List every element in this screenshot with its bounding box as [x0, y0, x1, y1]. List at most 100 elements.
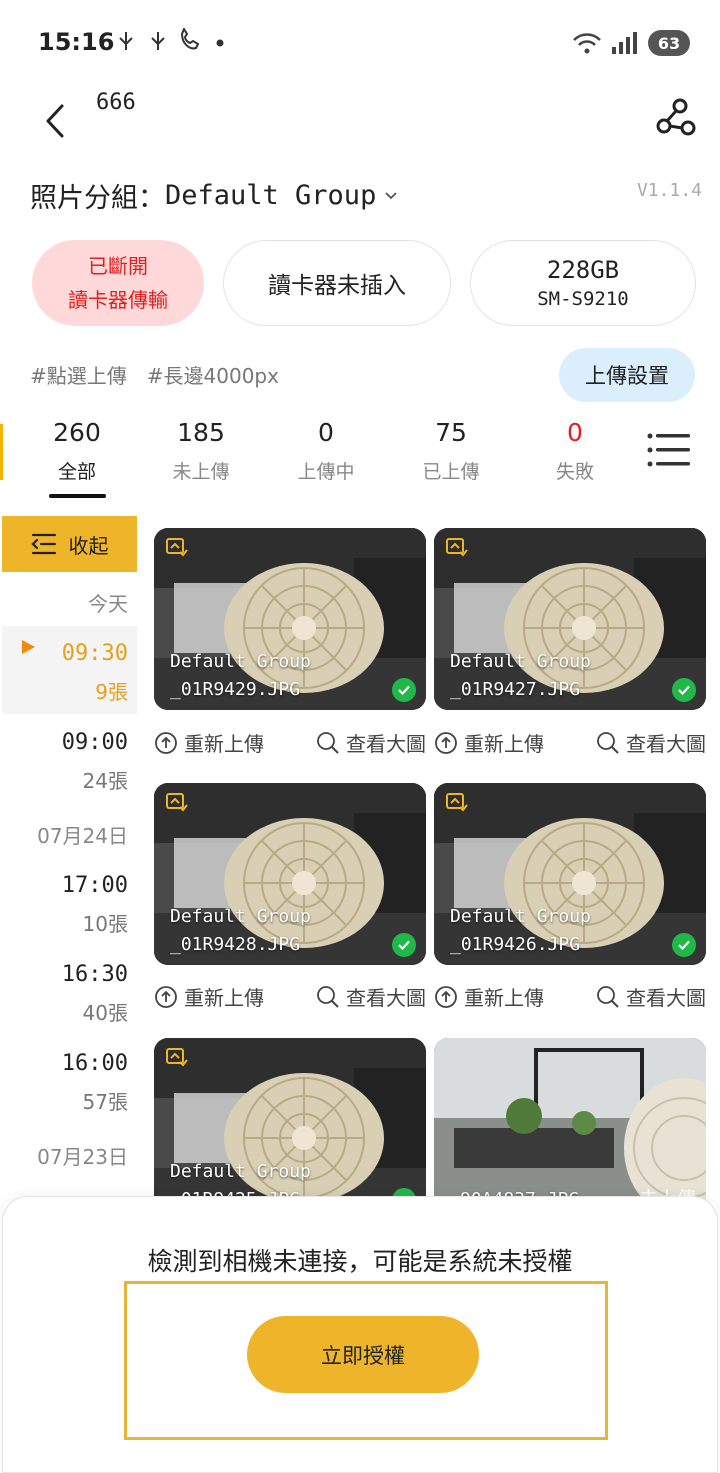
- reupload-label: 重新上傳: [464, 986, 544, 1010]
- list-icon: [647, 433, 690, 467]
- view-large-button[interactable]: 查看大圖: [316, 982, 426, 1011]
- photo-card[interactable]: Default Group _01R9429.JPG: [154, 528, 426, 710]
- group-label: 照片分組：: [30, 183, 165, 214]
- upload-settings-button[interactable]: 上傳設置: [559, 348, 695, 402]
- share-button[interactable]: [652, 96, 700, 144]
- sidebar-date: 07月24日: [37, 824, 128, 848]
- reupload-button[interactable]: 重新上傳: [434, 728, 544, 757]
- card-reader-status[interactable]: 讀卡器未插入: [223, 240, 451, 326]
- collapse-button[interactable]: 收起: [2, 516, 137, 572]
- photo-card[interactable]: Default Group _01R9425.JPG: [154, 1038, 426, 1220]
- stat-tab-failed[interactable]: 0 失敗: [520, 418, 630, 484]
- upload-circle-icon: [155, 985, 177, 1008]
- view-large-label: 查看大圖: [346, 986, 426, 1010]
- upload-circle-icon: [435, 731, 457, 754]
- sidebar-slot-time[interactable]: 09:00: [62, 730, 128, 755]
- stat-label: 已上傳: [422, 461, 480, 483]
- usb-call-icons: [119, 26, 224, 50]
- stat-value: 185: [177, 418, 225, 447]
- authorization-message: 檢測到相機未連接，可能是系統未授權: [147, 1247, 573, 1276]
- tag-click-upload: #點選上傳: [30, 364, 127, 388]
- wifi-signal-icon: [573, 32, 637, 54]
- list-menu-button[interactable]: [646, 432, 692, 468]
- disconnect-reader-transfer-button[interactable]: 已斷開 讀卡器傳輸: [32, 240, 204, 326]
- stat-label: 未上傳: [172, 461, 230, 483]
- uploaded-check-icon: [672, 933, 696, 957]
- raw-badge-icon: [446, 793, 468, 812]
- page-title: 666: [96, 90, 136, 115]
- stat-value: 0: [318, 418, 334, 447]
- view-large-button[interactable]: 查看大圖: [316, 728, 426, 757]
- search-icon: [317, 731, 339, 754]
- search-icon: [317, 985, 339, 1008]
- photo-group-name: Default Group: [170, 906, 311, 927]
- active-slot-marker-icon: [22, 640, 35, 654]
- photo-card[interactable]: 90A4837.JPG 未上傳: [434, 1038, 706, 1220]
- back-button[interactable]: [36, 96, 76, 146]
- stat-tab-not-uploaded[interactable]: 185 未上傳: [146, 418, 256, 484]
- reader-transfer-label: 讀卡器傳輸: [68, 288, 168, 312]
- photo-filename: _01R9427.JPG: [450, 679, 581, 700]
- sidebar-slot-time[interactable]: 17:00: [62, 873, 128, 898]
- upload-tags: #點選上傳 #長邊4000px: [30, 360, 279, 389]
- photo-card[interactable]: Default Group _01R9426.JPG: [434, 783, 706, 965]
- view-large-label: 查看大圖: [346, 732, 426, 756]
- uploaded-check-icon: [672, 678, 696, 702]
- device-storage-info[interactable]: 228GB SM-S9210: [470, 240, 696, 326]
- sidebar-slot-time[interactable]: 16:30: [62, 962, 128, 987]
- photo-card[interactable]: Default Group _01R9427.JPG: [434, 528, 706, 710]
- stat-value: 0: [567, 418, 583, 447]
- stat-value: 260: [53, 418, 101, 447]
- sidebar-slot-count[interactable]: 9張: [95, 676, 128, 705]
- status-right: 63: [572, 30, 690, 56]
- card-reader-label: 讀卡器未插入: [268, 273, 406, 299]
- raw-badge-icon: [166, 1048, 188, 1067]
- photo-group-name: Default Group: [450, 906, 591, 927]
- view-large-label: 查看大圖: [626, 732, 706, 756]
- view-large-button[interactable]: 查看大圖: [596, 982, 706, 1011]
- sidebar-slot-count[interactable]: 24張: [83, 765, 128, 794]
- disconnected-label: 已斷開: [88, 254, 148, 278]
- reupload-label: 重新上傳: [464, 732, 544, 756]
- sidebar-slot-time[interactable]: 16:00: [62, 1051, 128, 1076]
- battery-indicator: 63: [648, 30, 690, 56]
- collapse-label: 收起: [68, 533, 109, 558]
- photo-caption: Default Group _01R9428.JPG: [170, 903, 311, 959]
- edge-indicator: [0, 424, 3, 480]
- sidebar-date: 07月23日: [37, 1145, 128, 1169]
- raw-badge-icon: [166, 793, 188, 812]
- sidebar-slot-count[interactable]: 57張: [83, 1086, 128, 1115]
- reupload-button[interactable]: 重新上傳: [434, 982, 544, 1011]
- uploaded-check-icon: [392, 933, 416, 957]
- stat-tab-uploading[interactable]: 0 上傳中: [271, 418, 381, 484]
- reupload-button[interactable]: 重新上傳: [154, 728, 264, 757]
- sidebar-slot-count[interactable]: 10張: [83, 908, 128, 937]
- photo-filename: _01R9426.JPG: [450, 934, 581, 955]
- collapse-icon: [30, 533, 56, 555]
- photo-filename: _01R9429.JPG: [170, 679, 301, 700]
- raw-badge-icon: [446, 538, 468, 557]
- status-time: 15:16: [38, 28, 115, 56]
- chevron-down-icon: [385, 191, 397, 199]
- stat-tab-uploaded[interactable]: 75 已上傳: [396, 418, 506, 484]
- stat-tab-all[interactable]: 260 全部: [22, 418, 132, 484]
- sidebar-slot-count[interactable]: 40張: [83, 997, 128, 1026]
- authorize-now-button[interactable]: 立即授權: [247, 1316, 479, 1393]
- raw-badge-icon: [166, 538, 188, 557]
- photo-card[interactable]: Default Group _01R9428.JPG: [154, 783, 426, 965]
- notification-icons: [116, 26, 226, 60]
- upload-circle-icon: [435, 985, 457, 1008]
- device-model: SM-S9210: [537, 288, 629, 310]
- photo-caption: Default Group _01R9426.JPG: [450, 903, 591, 959]
- share-icon: [656, 98, 696, 136]
- photo-group-name: Default Group: [450, 651, 591, 672]
- group-name: Default Group: [165, 180, 377, 211]
- photo-caption: Default Group _01R9429.JPG: [170, 648, 311, 704]
- reupload-label: 重新上傳: [184, 986, 264, 1010]
- view-large-button[interactable]: 查看大圖: [596, 728, 706, 757]
- group-selector[interactable]: 照片分組： Default Group: [30, 176, 400, 215]
- photo-caption: Default Group _01R9427.JPG: [450, 648, 591, 704]
- sidebar-slot-time[interactable]: 09:30: [62, 641, 128, 666]
- stat-label: 失敗: [555, 461, 594, 483]
- reupload-button[interactable]: 重新上傳: [154, 982, 264, 1011]
